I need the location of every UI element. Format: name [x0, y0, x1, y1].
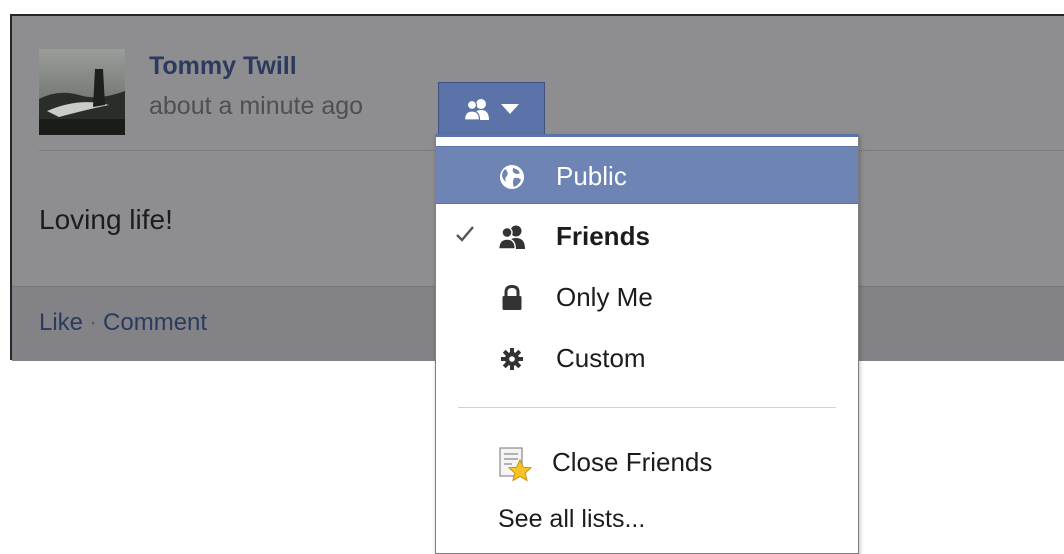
friends-icon — [498, 223, 526, 251]
privacy-dropdown-menu: Public Friends Only Me Custom Close Frie… — [435, 134, 859, 554]
privacy-option-label: Public — [556, 161, 627, 191]
see-all-lists-link[interactable]: See all lists... — [498, 505, 645, 534]
list-option-label: Close Friends — [552, 447, 713, 477]
privacy-option-label: Friends — [556, 221, 650, 251]
chevron-down-icon — [500, 104, 519, 114]
privacy-option-label: Custom — [556, 343, 646, 373]
avatar[interactable] — [39, 49, 125, 135]
post-timestamp[interactable]: about a minute ago — [149, 92, 363, 121]
like-link[interactable]: Like — [39, 309, 83, 336]
privacy-option-only-me[interactable]: Only Me — [436, 268, 858, 326]
gear-icon — [498, 345, 526, 373]
author-name[interactable]: Tommy Twill — [149, 52, 297, 81]
close-friends-star-icon — [498, 447, 534, 483]
list-option-close-friends[interactable]: Close Friends — [436, 435, 858, 489]
menu-divider — [458, 407, 836, 408]
comment-link[interactable]: Comment — [103, 309, 207, 336]
lock-icon — [498, 284, 526, 312]
privacy-option-custom[interactable]: Custom — [436, 329, 858, 387]
post-body: Loving life! — [39, 204, 173, 235]
checkmark-icon — [454, 223, 476, 245]
privacy-option-public[interactable]: Public — [436, 146, 858, 204]
privacy-option-friends[interactable]: Friends — [436, 207, 858, 265]
globe-icon — [498, 163, 526, 191]
privacy-option-label: Only Me — [556, 282, 653, 312]
friends-icon — [463, 99, 489, 120]
privacy-selector-button[interactable] — [438, 82, 545, 136]
action-separator: · — [89, 309, 98, 336]
action-links: Like · Comment — [39, 309, 207, 337]
